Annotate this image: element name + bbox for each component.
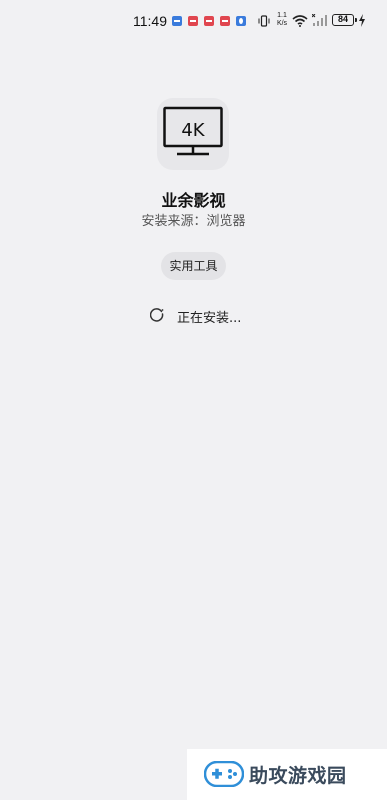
notification-icon (172, 16, 182, 26)
status-bar: 11:49 1.1 K/s 84 (0, 0, 387, 44)
network-speed: 1.1 K/s (275, 12, 289, 28)
install-status-text: 正在安装... (177, 311, 242, 326)
icon-4k-text: 4K (181, 120, 205, 141)
wifi-icon (292, 15, 308, 27)
charging-icon (359, 14, 365, 27)
vibrate-icon (258, 15, 270, 27)
category-chip[interactable]: 实用工具 (161, 252, 226, 280)
app-icon: 4K (157, 98, 229, 170)
notification-icon (220, 16, 230, 26)
tv-4k-icon: 4K (163, 106, 223, 156)
loading-spinner-icon (150, 308, 164, 322)
watermark: 助攻游戏园 (187, 749, 387, 800)
signal-icon (312, 14, 327, 26)
network-speed-value: 1.1 (277, 12, 287, 19)
notification-icon (236, 16, 246, 26)
notification-icon (188, 16, 198, 26)
gamepad-icon (204, 761, 244, 787)
battery-indicator: 84 (332, 14, 357, 26)
network-speed-unit: K/s (276, 20, 288, 27)
notification-icon (204, 16, 214, 26)
status-time: 11:49 (133, 13, 167, 29)
install-source: 安装来源：浏览器 (141, 214, 246, 229)
watermark-text: 助攻游戏园 (249, 765, 347, 787)
app-name: 业余影视 (161, 191, 226, 210)
